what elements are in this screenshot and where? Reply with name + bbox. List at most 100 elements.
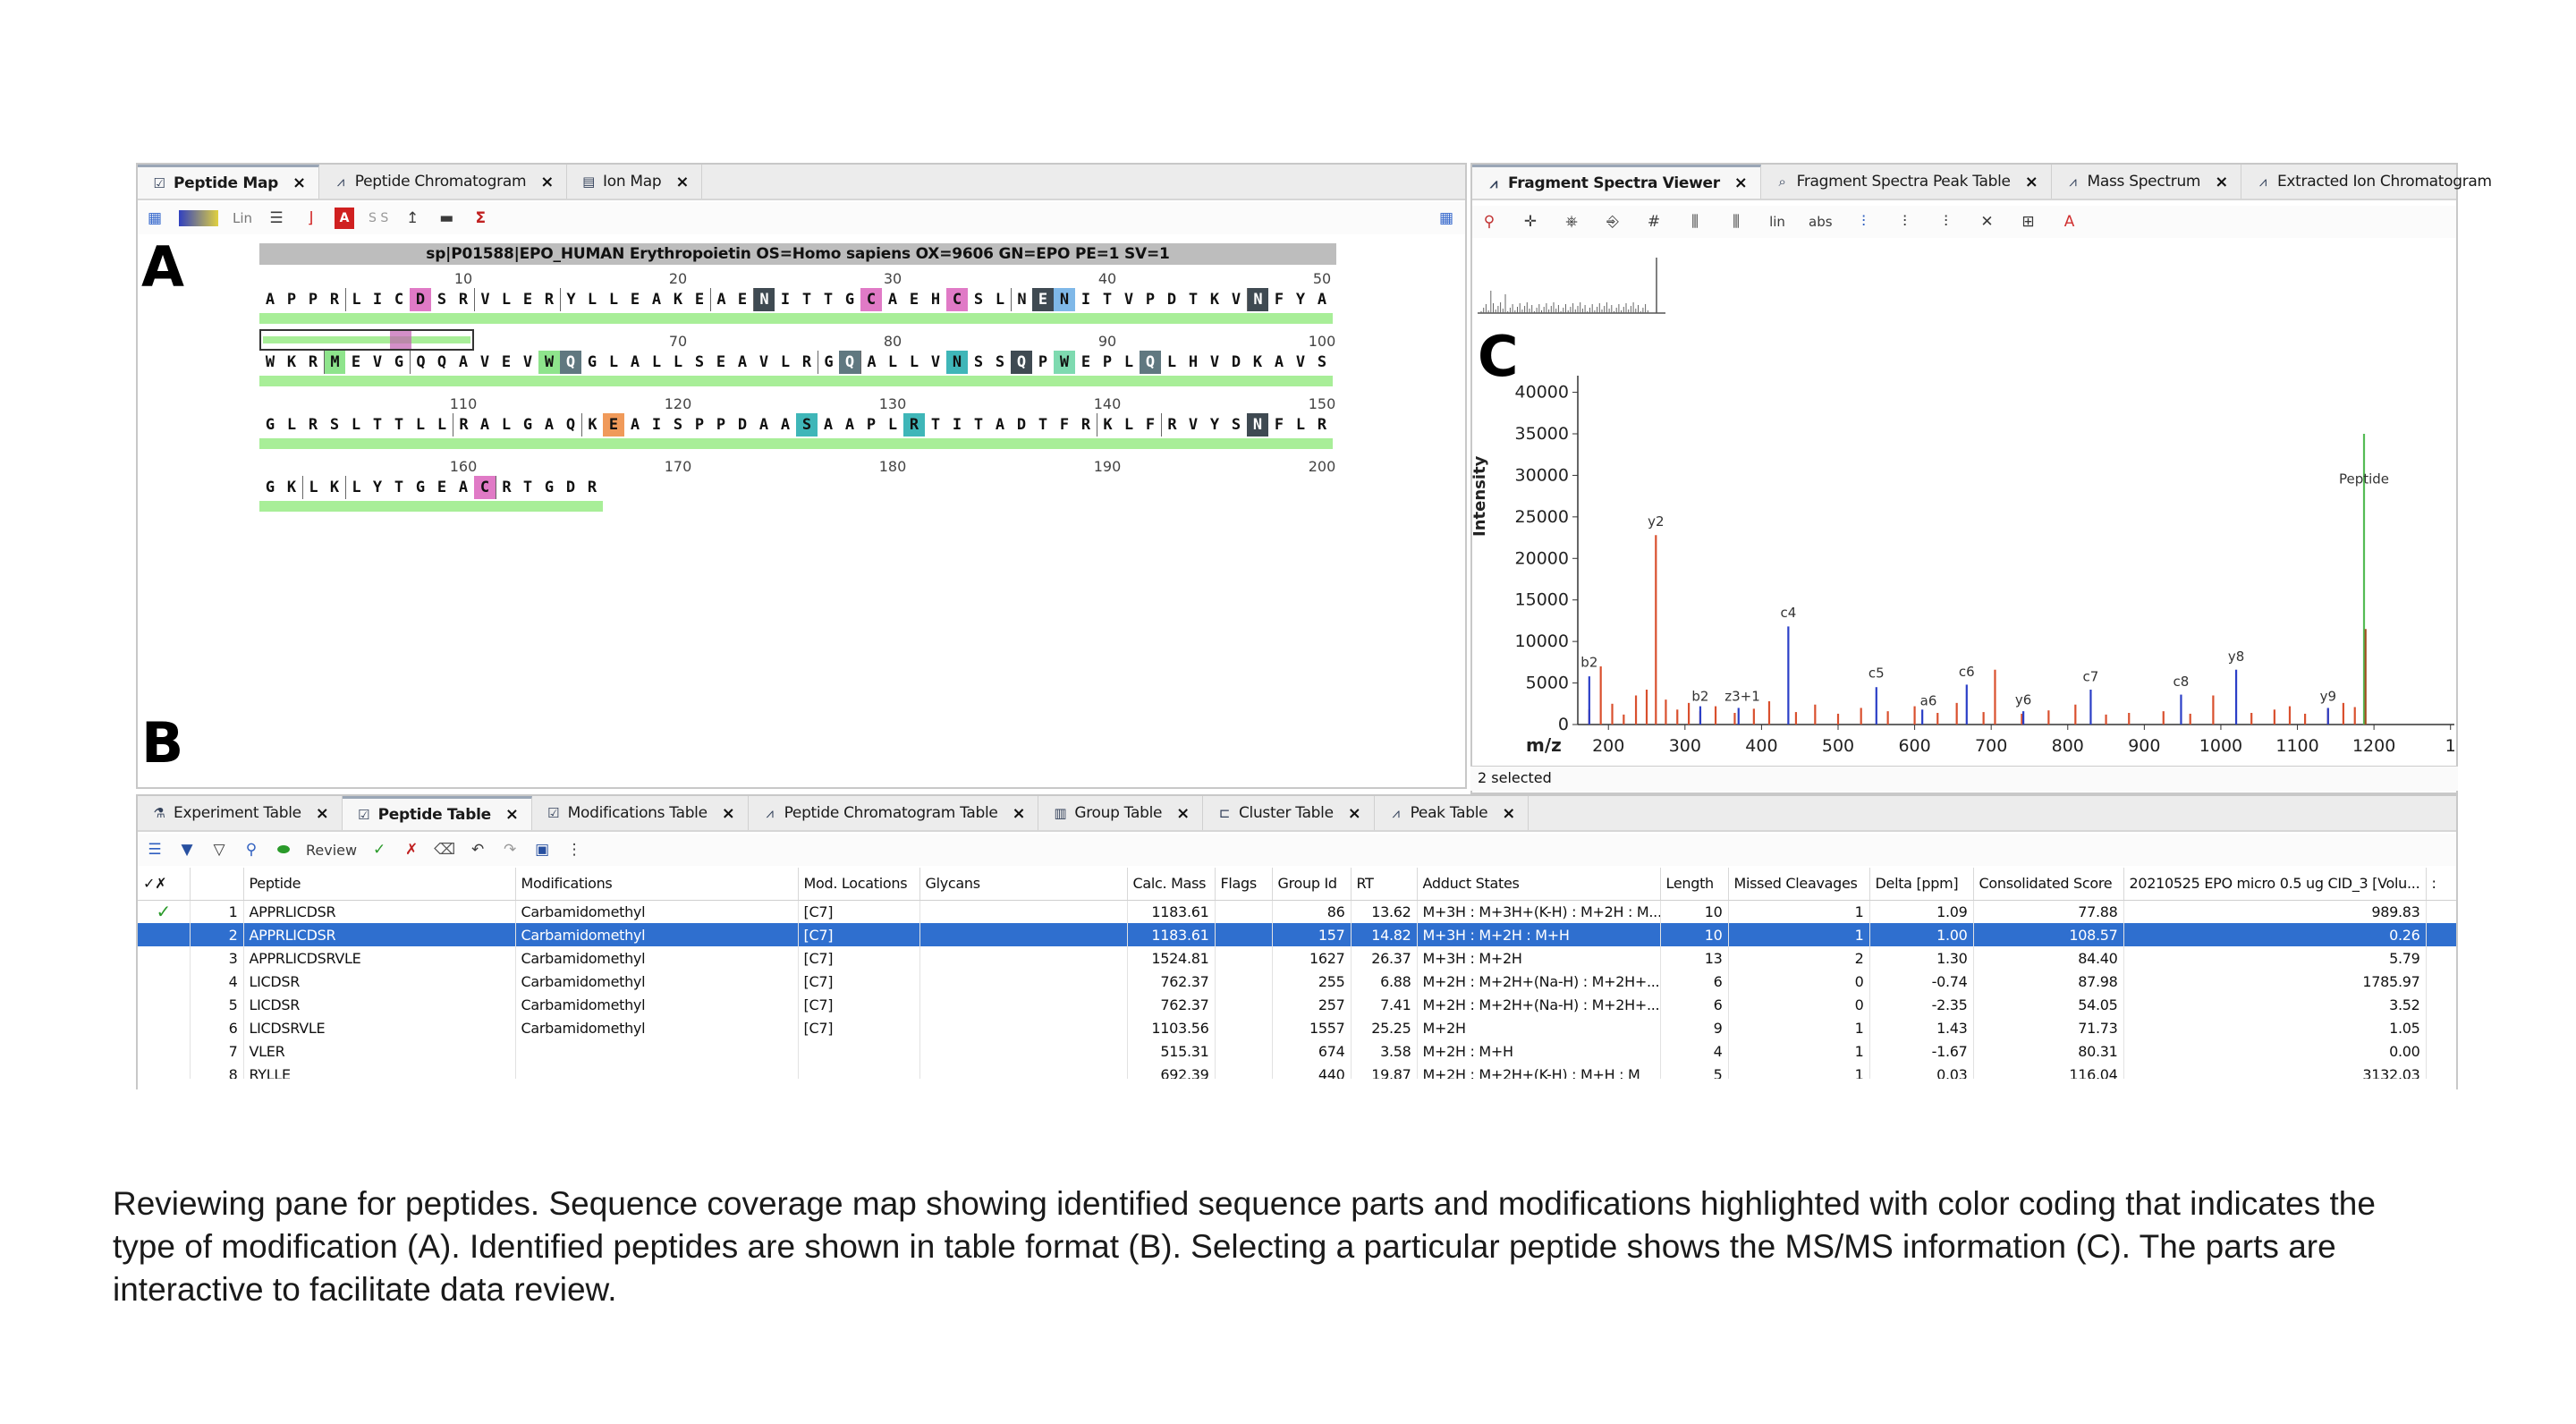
residue[interactable]: R: [903, 413, 925, 437]
residue[interactable]: T: [517, 476, 538, 499]
column-header[interactable]: Flags: [1215, 868, 1273, 901]
residue[interactable]: V: [1204, 351, 1225, 374]
close-icon[interactable]: ×: [1734, 174, 1748, 192]
review-toggle-icon[interactable]: ⬬: [274, 839, 293, 860]
label-peaks2-icon[interactable]: ⫼: [1726, 211, 1746, 233]
column-header[interactable]: RT: [1351, 868, 1418, 901]
residue[interactable]: A: [753, 413, 775, 437]
residue[interactable]: G: [410, 476, 431, 499]
residue[interactable]: E: [624, 288, 646, 311]
close-icon[interactable]: ×: [2025, 173, 2038, 191]
residue[interactable]: G: [538, 476, 560, 499]
column-header[interactable]: Delta [ppm]: [1869, 868, 1974, 901]
residue[interactable]: S: [689, 351, 710, 374]
residue[interactable]: V: [1182, 413, 1204, 437]
residue[interactable]: L: [410, 413, 431, 437]
residue[interactable]: E: [710, 351, 732, 374]
residue[interactable]: K: [324, 476, 345, 499]
label-peaks-icon[interactable]: ⫼: [1685, 211, 1705, 233]
column-header[interactable]: 20210525 EPO micro 0.5 ug CID_3 [Volu...: [2123, 868, 2427, 901]
residue[interactable]: A: [453, 351, 474, 374]
residue[interactable]: N: [1011, 288, 1032, 311]
filter-outline-icon[interactable]: ▽: [209, 839, 229, 860]
table-row[interactable]: 4 LICDSR Carbamidomethyl [C7] 762.37 255 6.88 M…: [138, 970, 2456, 993]
residue[interactable]: W: [259, 351, 281, 374]
close-icon[interactable]: ×: [1502, 804, 1515, 823]
sigma-icon[interactable]: Σ: [470, 208, 490, 229]
residue[interactable]: C: [388, 288, 410, 311]
residue[interactable]: A: [1268, 351, 1290, 374]
residue[interactable]: V: [367, 351, 388, 374]
residue[interactable]: A: [818, 413, 839, 437]
residue[interactable]: A: [1311, 288, 1333, 311]
bars2-icon[interactable]: ⫶: [1895, 211, 1915, 233]
residue[interactable]: A: [624, 351, 646, 374]
residue[interactable]: R: [302, 413, 324, 437]
cleavage-icon[interactable]: ⌋: [301, 208, 320, 229]
residue[interactable]: W: [538, 351, 560, 374]
ms-ms-spectrum-chart[interactable]: 0 5000 10000 15000 20000 25000 30000 35000 40000…: [1472, 358, 2456, 760]
residue[interactable]: A: [474, 413, 496, 437]
residue[interactable]: S: [1311, 351, 1333, 374]
residue[interactable]: E: [903, 288, 925, 311]
residue[interactable]: F: [1268, 413, 1290, 437]
grid-icon[interactable]: #: [1644, 211, 1664, 233]
crosshair-icon[interactable]: ✛: [1521, 211, 1540, 233]
residue[interactable]: T: [968, 413, 989, 437]
residue[interactable]: G: [388, 351, 410, 374]
filter-icon[interactable]: ▼: [177, 839, 197, 860]
residue[interactable]: Q: [410, 351, 431, 374]
residue[interactable]: L: [431, 413, 453, 437]
residue[interactable]: D: [1225, 351, 1247, 374]
color-gradient-button[interactable]: [179, 208, 218, 229]
residue[interactable]: Q: [839, 351, 860, 374]
close-icon[interactable]: ×: [1176, 804, 1190, 823]
residue[interactable]: I: [946, 413, 968, 437]
residue[interactable]: T: [796, 288, 818, 311]
residue[interactable]: L: [345, 413, 367, 437]
close-icon[interactable]: ×: [1013, 804, 1026, 823]
column-header[interactable]: Mod. Locations: [798, 868, 920, 901]
residue[interactable]: P: [302, 288, 324, 311]
residue[interactable]: T: [1182, 288, 1204, 311]
residue[interactable]: K: [581, 413, 603, 437]
residue[interactable]: I: [367, 288, 388, 311]
residue[interactable]: Y: [1204, 413, 1225, 437]
table-row[interactable]: 6 LICDSRVLE Carbamidomethyl [C7] 1103.56 1557…: [138, 1016, 2456, 1039]
residue[interactable]: E: [732, 288, 753, 311]
column-header[interactable]: Peptide: [243, 868, 516, 901]
residue[interactable]: R: [581, 476, 603, 499]
residue[interactable]: S: [431, 288, 453, 311]
residue[interactable]: V: [474, 288, 496, 311]
residue[interactable]: H: [1182, 351, 1204, 374]
residue[interactable]: N: [1247, 288, 1268, 311]
residue[interactable]: T: [388, 476, 410, 499]
tab-peptide-chromatogram-table[interactable]: ⩘ Peptide Chromatogram Table ×: [749, 796, 1039, 830]
residue[interactable]: A: [624, 413, 646, 437]
highlight-a-icon[interactable]: A: [335, 208, 355, 229]
table-row[interactable]: 7 VLER 515.31 674 3.58 M+2H : M+H 4 1 -1.67 80.31…: [138, 1039, 2456, 1063]
residue[interactable]: C: [860, 288, 882, 311]
residue[interactable]: L: [345, 288, 367, 311]
residue[interactable]: C: [474, 476, 496, 499]
residue[interactable]: L: [345, 476, 367, 499]
residue[interactable]: S: [796, 413, 818, 437]
residue[interactable]: L: [1290, 413, 1311, 437]
residue[interactable]: Y: [560, 288, 581, 311]
column-header[interactable]: Group Id: [1272, 868, 1352, 901]
residue[interactable]: Y: [367, 476, 388, 499]
residue[interactable]: E: [517, 288, 538, 311]
tab-cluster-table[interactable]: ⊏ Cluster Table ×: [1203, 796, 1375, 830]
close-icon[interactable]: ×: [505, 805, 519, 824]
close-icon[interactable]: ×: [675, 173, 689, 191]
clear-review-icon[interactable]: ⌫: [434, 839, 455, 860]
residue[interactable]: Q: [560, 351, 581, 374]
residue[interactable]: I: [1075, 288, 1097, 311]
residue[interactable]: A: [839, 413, 860, 437]
residue[interactable]: D: [410, 288, 431, 311]
residue[interactable]: D: [732, 413, 753, 437]
residue[interactable]: A: [646, 288, 667, 311]
residue[interactable]: V: [1118, 288, 1140, 311]
close-icon[interactable]: ×: [2215, 173, 2228, 191]
residue[interactable]: T: [388, 413, 410, 437]
